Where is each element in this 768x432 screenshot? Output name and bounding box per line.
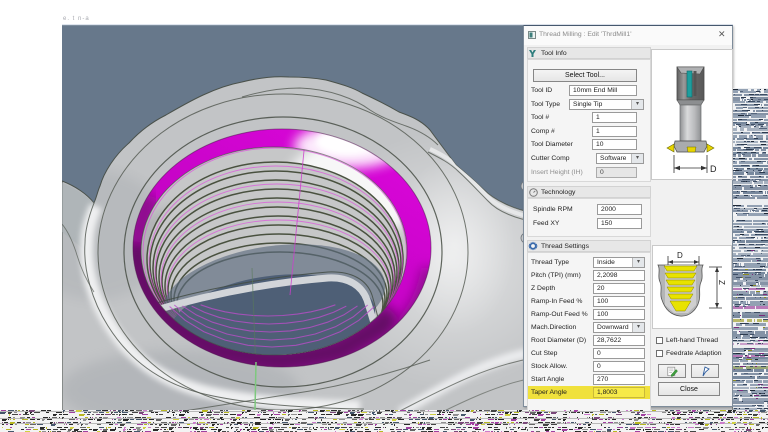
svg-text:D: D <box>710 164 717 174</box>
svg-text:D: D <box>677 251 683 260</box>
svg-text:Z: Z <box>717 280 726 285</box>
